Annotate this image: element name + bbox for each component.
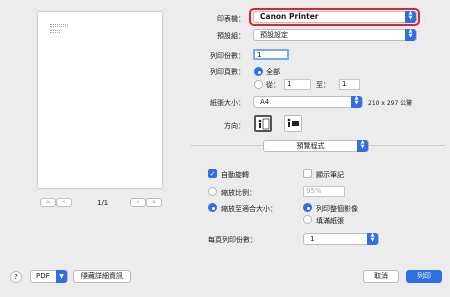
- orientation-label: 方向：: [224, 122, 245, 130]
- show-notes-label: 顯示筆記: [316, 171, 344, 179]
- presets-select[interactable]: 預設設定 ▲ ▼: [253, 29, 417, 41]
- preview-prev-button[interactable]: ‹: [56, 198, 72, 207]
- pages-to-label: 至：: [316, 81, 330, 89]
- preview-first-button[interactable]: «: [40, 198, 56, 207]
- preview-page: [38, 12, 162, 188]
- paper-size-label: 紙張大小：: [210, 99, 245, 107]
- presets-select-arrows-icon: ▲ ▼: [405, 29, 416, 41]
- print-entire-image-label: 列印整個影像: [316, 205, 358, 213]
- scale-field[interactable]: 95%: [303, 186, 345, 197]
- landscape-icon: [287, 118, 299, 127]
- pages-per-sheet-value: 1: [310, 235, 315, 243]
- cancel-button[interactable]: 取消: [363, 270, 399, 283]
- pages-to-field[interactable]: 1: [339, 79, 360, 90]
- printer-value: Canon Printer: [260, 12, 319, 21]
- pages-from-field[interactable]: 1: [284, 79, 311, 90]
- section-select[interactable]: 預覽程式 ▲ ▼: [263, 140, 369, 152]
- presets-value: 預設設定: [260, 31, 288, 39]
- preview-next-button[interactable]: ›: [130, 198, 146, 207]
- fill-paper-label: 填滿紙張: [316, 217, 344, 225]
- pages-per-sheet-label: 每頁列印份數：: [208, 236, 257, 244]
- preview-last-button[interactable]: »: [146, 198, 162, 207]
- presets-label: 預設組：: [217, 32, 245, 40]
- portrait-icon: [258, 118, 270, 130]
- printer-label: 印表機：: [217, 15, 245, 23]
- section-select-arrows-icon: ▲ ▼: [357, 140, 368, 152]
- hide-details-button[interactable]: 隱藏詳細資訊: [73, 270, 131, 283]
- chevron-down-icon: ▼: [56, 270, 67, 283]
- scale-radio[interactable]: [208, 187, 217, 196]
- show-notes-checkbox[interactable]: [303, 169, 312, 178]
- paper-size-select-arrows-icon: ▲ ▼: [351, 96, 362, 108]
- pages-range-radio[interactable]: [254, 80, 263, 89]
- printer-select-arrows-icon: ▲ ▼: [405, 11, 416, 23]
- fill-paper-radio[interactable]: [303, 215, 312, 224]
- pages-all-radio[interactable]: [254, 67, 263, 76]
- auto-rotate-checkbox[interactable]: ✓: [208, 169, 217, 178]
- section-value: 預覽程式: [296, 142, 325, 150]
- pages-label: 列印頁數：: [210, 68, 245, 76]
- pdf-label: PDF: [36, 272, 50, 280]
- preview-content-line: [50, 30, 60, 33]
- pages-all-label: 全部: [266, 68, 280, 76]
- pages-per-sheet-select[interactable]: 1 ▲ ▼: [303, 233, 379, 245]
- preview-content-line: [50, 24, 68, 27]
- paper-size-value: A4: [260, 98, 270, 106]
- scale-to-fit-label: 縮放至適合大小：: [221, 205, 277, 213]
- orientation-portrait-button[interactable]: [254, 115, 272, 132]
- auto-rotate-label: 自動旋轉: [221, 171, 249, 179]
- printer-select[interactable]: Canon Printer ▲ ▼: [253, 11, 417, 23]
- scale-to-fit-radio[interactable]: [208, 203, 217, 212]
- scale-label: 縮放比例：: [221, 189, 256, 197]
- preview-page-counter: 1/1: [97, 199, 109, 207]
- orientation-landscape-button[interactable]: [284, 115, 302, 132]
- print-button[interactable]: 列印: [406, 270, 442, 283]
- print-entire-image-radio[interactable]: [303, 203, 312, 212]
- copies-field[interactable]: 1: [253, 49, 289, 60]
- help-button[interactable]: ?: [10, 271, 22, 283]
- copies-label: 列印份數：: [210, 52, 245, 60]
- pages-from-label: 從：: [266, 81, 280, 89]
- paper-size-select[interactable]: A4 ▲ ▼: [253, 96, 363, 108]
- pages-per-sheet-select-arrows-icon: ▲ ▼: [367, 233, 378, 245]
- pdf-menu-button[interactable]: PDF ▼: [30, 270, 68, 283]
- paper-size-dimensions: 210 x 297 公釐: [368, 100, 413, 107]
